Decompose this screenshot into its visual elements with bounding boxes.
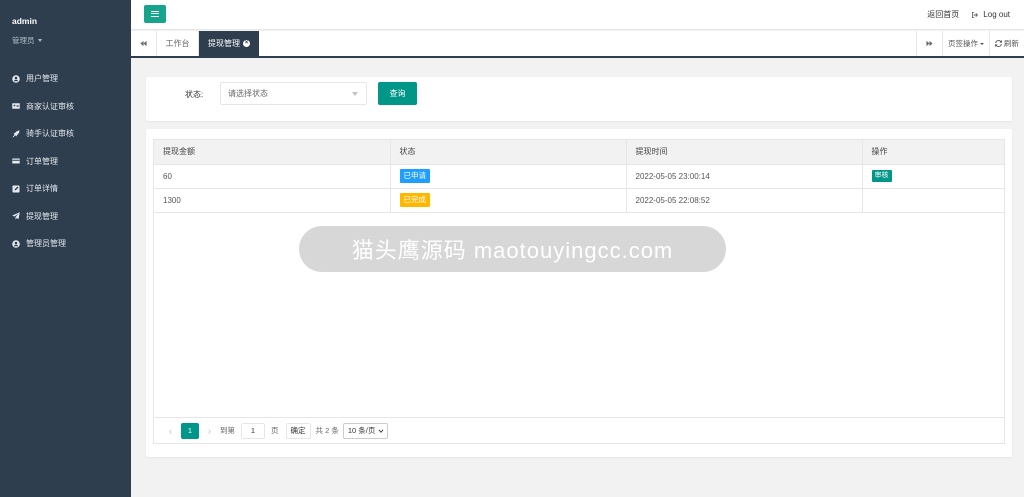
status-cell: 已申请: [390, 164, 627, 189]
logout-link[interactable]: Log out: [971, 9, 1010, 20]
table-row: 1300 已完成 2022-05-05 22:08:52: [154, 188, 1004, 213]
column-header: 状态: [390, 140, 627, 165]
chevron-down-icon: [352, 92, 358, 96]
audit-button[interactable]: 审核: [871, 170, 892, 182]
paper-plane-icon: [12, 212, 20, 220]
sidebar-item-label: 管理员管理: [26, 239, 66, 249]
tab-scroll-left-button[interactable]: [131, 31, 157, 56]
sidebar-item-label: 商家认证审核: [26, 101, 74, 111]
page-ops-dropdown[interactable]: 页签操作: [942, 31, 989, 56]
sign-out-icon: [972, 11, 979, 18]
page-ops-label: 页签操作: [948, 39, 978, 48]
page-size-select[interactable]: 10 条/页: [342, 422, 389, 439]
sidebar-item-label: 订单详情: [26, 184, 58, 194]
close-icon[interactable]: ×: [243, 40, 250, 47]
filter-card: 状态: 请选择状态 查询: [146, 77, 1012, 121]
status-select-placeholder: 请选择状态: [228, 89, 268, 98]
column-header: 操作: [862, 140, 1004, 165]
chevron-left-icon[interactable]: ‹: [163, 426, 178, 436]
refresh-label: 刷新: [1004, 39, 1019, 48]
sidebar-item-withdraw[interactable]: 提现管理: [0, 203, 131, 231]
time-cell: 2022-05-05 23:00:14: [626, 164, 863, 189]
amount-cell: 60: [154, 164, 391, 189]
sidebar-item-label: 骑手认证审核: [26, 129, 74, 139]
id-card-icon: [12, 102, 20, 110]
sidebar: admin 管理员 用户管理 商家认证审核 骑手认证审核 订单管理 订单详情 提…: [0, 0, 131, 497]
credit-card-icon: [12, 157, 20, 165]
edit-icon: [12, 185, 20, 193]
table-card: 提现金额 状态 提现时间 操作 60 已申请 2022-05-05 23:00:…: [146, 129, 1012, 457]
sidebar-item-order-detail[interactable]: 订单详情: [0, 175, 131, 203]
sidebar-item-label: 提现管理: [26, 211, 58, 221]
rocket-icon: [12, 130, 20, 138]
amount-cell: 1300: [154, 188, 391, 213]
double-chevron-left-icon: [140, 40, 147, 47]
chevron-down-icon: [378, 429, 384, 433]
user-name: admin: [12, 16, 38, 26]
sidebar-item-users[interactable]: 用户管理: [0, 65, 131, 93]
status-label: 状态:: [185, 90, 204, 99]
home-link[interactable]: 返回首页: [927, 9, 959, 20]
sidebar-item-label: 订单管理: [26, 156, 58, 166]
query-button[interactable]: 查询: [378, 82, 417, 105]
refresh-icon: [995, 40, 1002, 47]
tab-tools: 页签操作 刷新: [916, 31, 1024, 56]
chevron-right-icon[interactable]: ›: [202, 426, 217, 436]
sidebar-item-label: 用户管理: [26, 74, 58, 84]
sidebar-item-admins[interactable]: 管理员管理: [0, 230, 131, 258]
goto-label: 到第: [220, 426, 235, 435]
status-badge: 已完成: [399, 193, 430, 207]
refresh-button[interactable]: 刷新: [989, 31, 1024, 56]
sidebar-item-merchant-audit[interactable]: 商家认证审核: [0, 93, 131, 121]
tab-home[interactable]: 工作台: [157, 31, 199, 56]
page-current[interactable]: 1: [181, 422, 199, 439]
data-table: 提现金额 状态 提现时间 操作 60 已申请 2022-05-05 23:00:…: [153, 139, 1005, 444]
sidebar-item-rider-audit[interactable]: 骑手认证审核: [0, 120, 131, 148]
page-size-value: 10 条/页: [347, 426, 376, 435]
user-role-dropdown[interactable]: 管理员: [12, 35, 131, 46]
chevron-down-icon: [980, 42, 984, 45]
goto-page-input[interactable]: 1: [241, 422, 265, 439]
user-role-label: 管理员: [12, 36, 35, 45]
time-cell: 2022-05-05 22:08:52: [626, 188, 863, 213]
page-unit-label: 页: [271, 426, 279, 435]
sidebar-menu: 用户管理 商家认证审核 骑手认证审核 订单管理 订单详情 提现管理 管理员管理: [0, 65, 131, 258]
total-count: 共 2 条: [315, 426, 339, 435]
tab-scroll-right-button[interactable]: [916, 31, 942, 56]
chevron-down-icon: [37, 39, 42, 42]
status-cell: 已完成: [390, 188, 627, 213]
logout-label: Log out: [983, 10, 1010, 19]
hamburger-icon: [151, 11, 159, 17]
tab-bar: 工作台 提现管理 × 页签操作 刷新: [131, 31, 1024, 58]
menu-toggle-button[interactable]: [144, 5, 166, 23]
pagination: ‹ 1 › 到第 1 页 确定 共 2 条 10 条/页: [154, 417, 1004, 443]
tab-withdraw[interactable]: 提现管理 ×: [199, 31, 259, 56]
user-circle-icon: [12, 75, 20, 83]
column-header: 提现金额: [154, 140, 391, 165]
header-actions: 返回首页 Log out: [927, 9, 1010, 20]
tab-label: 提现管理: [208, 39, 240, 48]
goto-confirm-button[interactable]: 确定: [285, 422, 311, 439]
status-badge: 已申请: [399, 169, 430, 183]
watermark: 猫头鹰源码 maotouyingcc.com: [299, 226, 726, 272]
user-icon: [12, 240, 20, 248]
top-header: 返回首页 Log out: [131, 0, 1024, 30]
double-chevron-right-icon: [926, 40, 933, 47]
user-block: admin 管理员: [0, 0, 131, 62]
column-header: 提现时间: [626, 140, 863, 165]
table-row: 60 已申请 2022-05-05 23:00:14 审核: [154, 164, 1004, 189]
action-cell: 审核: [862, 164, 1004, 189]
action-cell: [862, 188, 1004, 213]
sidebar-item-orders[interactable]: 订单管理: [0, 148, 131, 176]
status-select[interactable]: 请选择状态: [220, 82, 367, 105]
table-header-row: 提现金额 状态 提现时间 操作: [154, 140, 1004, 165]
